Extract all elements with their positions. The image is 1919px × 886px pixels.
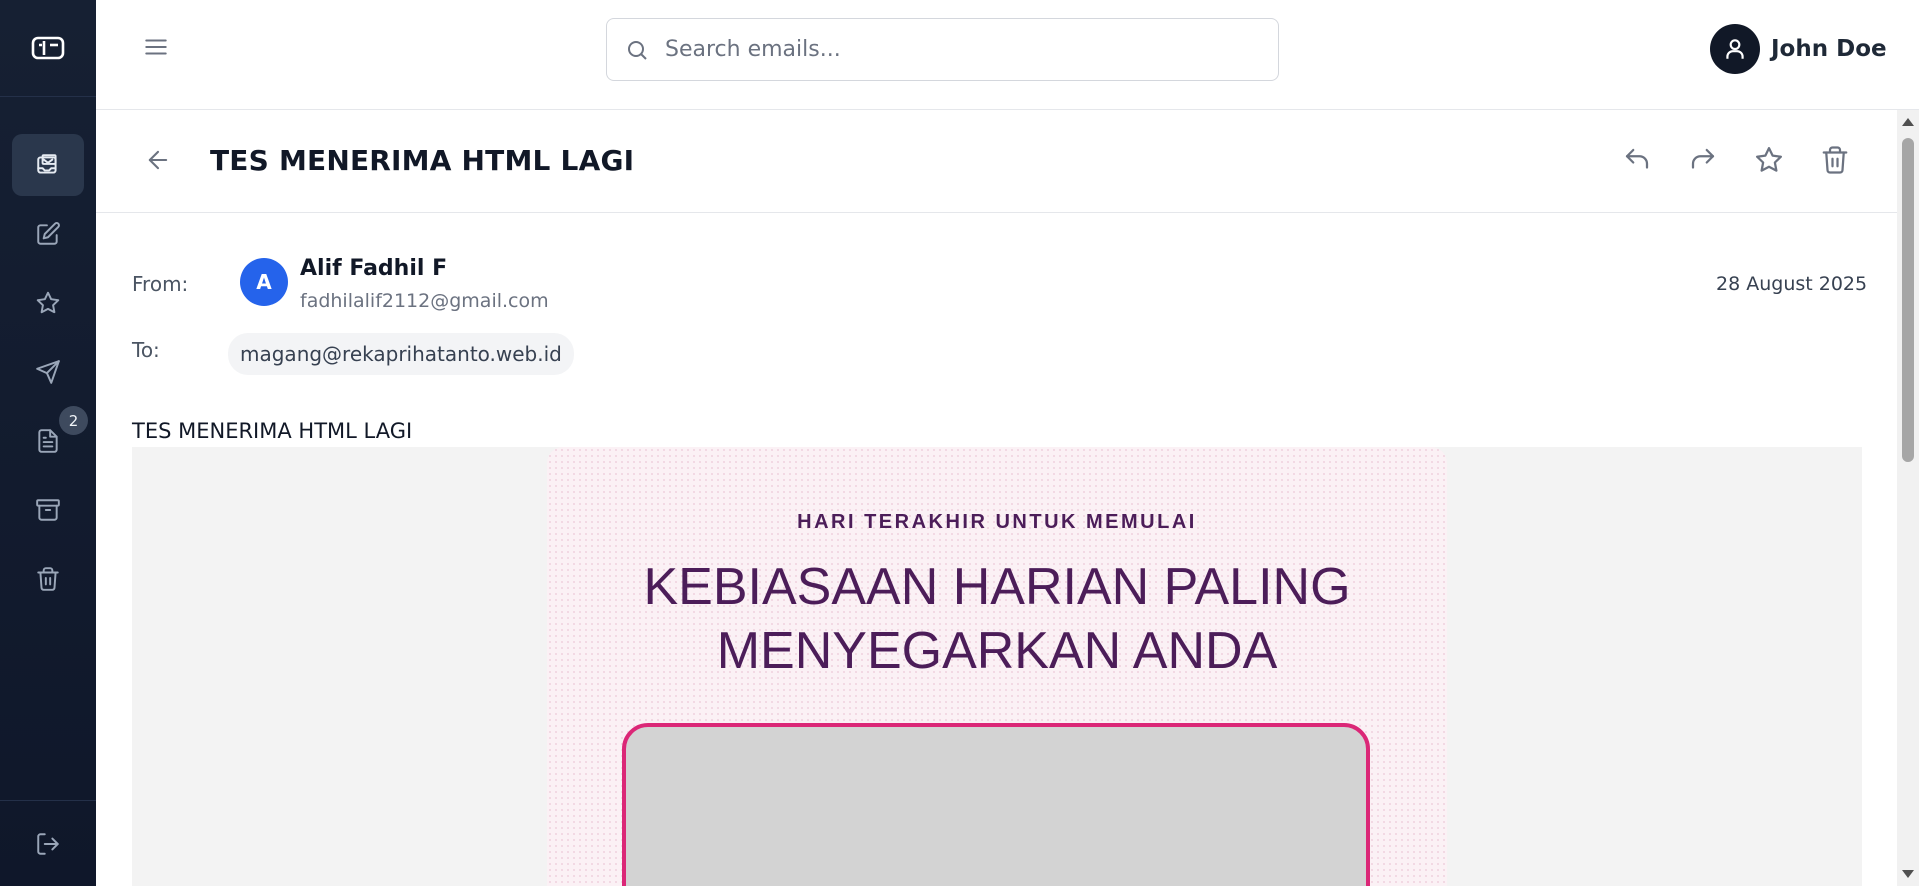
menu-toggle-button[interactable]	[143, 34, 169, 60]
sidebar-footer	[0, 800, 96, 886]
drafts-count-badge: 2	[59, 406, 88, 435]
to-label: To:	[132, 338, 160, 362]
trash-icon	[1822, 146, 1848, 174]
reply-button[interactable]	[1622, 145, 1652, 175]
avatar	[1710, 24, 1760, 74]
back-button[interactable]	[144, 146, 172, 174]
scrollbar[interactable]	[1897, 110, 1919, 886]
send-icon	[36, 360, 60, 384]
mailbox-logo-icon	[31, 36, 65, 60]
trash-icon	[37, 567, 59, 591]
email-subject-title: TES MENERIMA HTML LAGI	[210, 144, 635, 177]
user-menu[interactable]: John Doe	[1710, 24, 1887, 74]
scroll-up-arrow-icon[interactable]	[1902, 118, 1914, 126]
logout-button[interactable]	[12, 813, 84, 875]
sidebar-item-trash[interactable]	[12, 548, 84, 610]
promo-kicker: HARI TERAKHIR UNTUK MEMULAI	[797, 511, 1197, 533]
sender-avatar: A	[240, 258, 288, 306]
user-icon	[1726, 39, 1744, 59]
scrollbar-thumb[interactable]	[1902, 138, 1914, 462]
promo-title: KEBIASAAN HARIAN PALING MENYEGARKAN ANDA	[547, 555, 1447, 683]
html-email-content: HARI TERAKHIR UNTUK MEMULAI KEBIASAAN HA…	[132, 447, 1862, 886]
sender-name: Alif Fadhil F	[300, 256, 448, 281]
sidebar-item-archive[interactable]	[12, 479, 84, 541]
recipient-chip: magang@rekaprihatanto.web.id	[228, 333, 574, 375]
email-body-text: TES MENERIMA HTML LAGI	[132, 419, 413, 443]
sidebar: 2	[0, 0, 96, 886]
reply-icon	[1625, 148, 1649, 169]
search-box	[606, 18, 1279, 81]
scroll-down-arrow-icon[interactable]	[1902, 870, 1914, 878]
email-header-bar: TES MENERIMA HTML LAGI	[96, 110, 1897, 213]
top-bar: John Doe	[96, 0, 1919, 110]
star-button[interactable]	[1754, 145, 1784, 175]
mail-app: 2 John Doe	[0, 0, 1919, 886]
sender-email: fadhilalif2112@gmail.com	[300, 290, 549, 312]
email-date: 28 August 2025	[1716, 273, 1868, 295]
arrow-left-icon	[148, 150, 168, 170]
promo-image-placeholder	[622, 723, 1370, 886]
star-icon	[1756, 147, 1782, 172]
forward-icon	[1691, 148, 1715, 169]
promo-title-line-2: MENYEGARKAN ANDA	[716, 622, 1278, 680]
delete-button[interactable]	[1820, 145, 1850, 175]
logout-icon	[37, 833, 59, 855]
promo-card: HARI TERAKHIR UNTUK MEMULAI KEBIASAAN HA…	[547, 447, 1447, 886]
user-name: John Doe	[1771, 36, 1887, 62]
star-icon	[36, 291, 60, 314]
pencil-square-icon	[37, 222, 60, 245]
from-label: From:	[132, 272, 189, 296]
document-icon	[38, 429, 58, 453]
sidebar-item-starred[interactable]	[12, 272, 84, 334]
sidebar-item-inbox[interactable]	[12, 134, 84, 196]
sidebar-item-compose[interactable]	[12, 203, 84, 265]
app-logo[interactable]	[0, 0, 96, 97]
archive-icon	[36, 499, 60, 521]
hamburger-menu-icon	[145, 39, 167, 55]
forward-button[interactable]	[1688, 145, 1718, 175]
inbox-mail-icon	[37, 154, 57, 174]
search-icon	[628, 40, 647, 60]
search-input[interactable]	[665, 37, 1245, 62]
sidebar-item-sent[interactable]	[12, 341, 84, 403]
promo-title-line-1: KEBIASAAN HARIAN PALING	[643, 558, 1351, 616]
